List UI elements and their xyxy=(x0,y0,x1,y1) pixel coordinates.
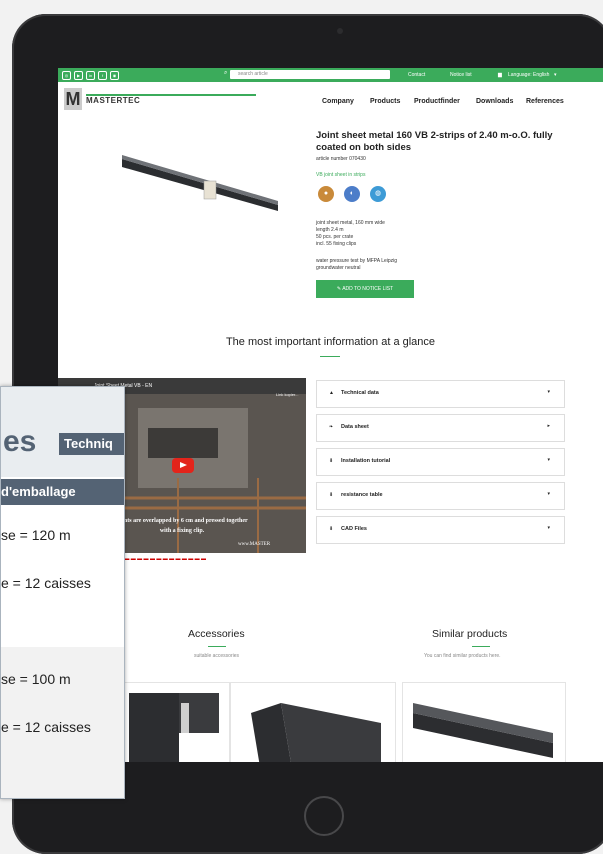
nav-company[interactable]: Company xyxy=(322,98,354,105)
accordion-installation-tutorial[interactable]: ⬇ Installation tutorial ▾ xyxy=(316,448,565,476)
language-selector[interactable]: Language: English xyxy=(508,72,549,78)
accessories-title: Accessories xyxy=(188,628,245,640)
badge-icon: ◐ xyxy=(344,186,360,202)
download-icon: ⬇ xyxy=(329,458,334,464)
logo[interactable]: M MASTERTEC xyxy=(64,88,256,112)
logo-mark: M xyxy=(64,88,82,110)
instagram-icon[interactable]: ◎ xyxy=(62,71,71,80)
chevron-down-icon: ▾ xyxy=(547,491,550,497)
similar-image-2 xyxy=(413,703,553,758)
chevron-right-icon: ▸ xyxy=(547,423,550,429)
overlay-line-2: e = 12 caisses xyxy=(1,575,91,591)
product-specs-extra: water pressure test by MFPA Leipzig grou… xyxy=(316,258,398,271)
badge-icon: ◍ xyxy=(370,186,386,202)
add-to-notice-list-button[interactable]: ✎ ADD TO NOTICE LIST xyxy=(316,280,414,298)
overlay-line-3: se = 100 m xyxy=(1,671,71,687)
search-placeholder: search article xyxy=(238,71,268,77)
contact-link[interactable]: Contact xyxy=(408,72,425,78)
chevron-down-icon: ▾ xyxy=(547,389,550,395)
logo-text: MASTERTEC xyxy=(86,96,141,105)
overlay-card: es Techniq d'emballage se = 120 m e = 12… xyxy=(0,386,125,799)
product-title: Joint sheet metal 160 VB 2-strips of 2.4… xyxy=(316,130,553,153)
product-image xyxy=(122,155,278,211)
overlay-line-1: se = 120 m xyxy=(1,527,71,543)
notice-list-link[interactable]: Notice list xyxy=(450,72,472,78)
social-icons: ◎ ▶ in f ◉ xyxy=(62,71,119,80)
flag-icon: ▆ xyxy=(498,72,502,78)
accordion-resistance-table[interactable]: ⬇ resistance table ▾ xyxy=(316,482,565,510)
similar-card-2[interactable] xyxy=(402,682,566,762)
accordion-data-sheet[interactable]: ❧ Data sheet ▸ xyxy=(316,414,565,442)
product-specs: joint sheet metal, 160 mm wide length 2.… xyxy=(316,220,385,247)
copy-link-button[interactable]: Link kopier... xyxy=(276,392,298,397)
section-title: The most important information at a glan… xyxy=(225,336,436,348)
similar-subtitle: You can find similar products here. xyxy=(424,653,501,659)
browser-screen: ◎ ▶ in f ◉ ⌕ search article Contact Noti… xyxy=(58,68,603,762)
similar-products-title: Similar products xyxy=(432,628,508,640)
section-divider xyxy=(320,356,340,357)
play-button[interactable] xyxy=(172,458,194,473)
feature-badges: ● ◐ ◍ xyxy=(318,186,386,202)
overlay-tab-fragment: Techniq xyxy=(59,433,124,455)
home-button[interactable] xyxy=(304,796,344,836)
overlay-section-bar: d'emballage xyxy=(1,479,124,505)
search-icon[interactable]: ⌕ xyxy=(224,70,227,77)
badge-icon: ● xyxy=(318,186,334,202)
chevron-down-icon: ▾ xyxy=(547,457,550,463)
category-link[interactable]: VB joint sheet in strips xyxy=(316,172,365,178)
accessory-card[interactable] xyxy=(118,682,230,762)
nav-references[interactable]: References xyxy=(526,98,564,105)
download-icon: ⬇ xyxy=(329,526,334,532)
main-navbar: M MASTERTEC Company Products Productfind… xyxy=(58,82,603,120)
video-watermark: www.MASTER xyxy=(238,542,271,547)
nav-downloads[interactable]: Downloads xyxy=(476,98,513,105)
accessories-subtitle: suitable accessories xyxy=(194,653,240,659)
topbar: ◎ ▶ in f ◉ ⌕ search article Contact Noti… xyxy=(58,68,603,82)
language-flags[interactable]: ▬ ▬ ▬ ▬ ▬ ▬ ▬ ▬ ▬ ▬ ▬ ▬ ▬ ▬ xyxy=(118,556,206,562)
article-number: article number 070430 xyxy=(316,156,366,162)
similar-divider xyxy=(472,646,490,647)
linkedin-icon[interactable]: in xyxy=(86,71,95,80)
chevron-down-icon: ▾ xyxy=(554,72,557,78)
nav-products[interactable]: Products xyxy=(370,98,400,105)
accordion-technical-data[interactable]: ▲ Technical data ▾ xyxy=(316,380,565,408)
info-icon: ▲ xyxy=(329,390,334,396)
accessory-image xyxy=(129,693,219,762)
youtube-icon[interactable]: ▶ xyxy=(74,71,83,80)
similar-card-1[interactable] xyxy=(230,682,396,762)
overlay-heading-fragment: es xyxy=(3,425,37,458)
accessories-divider xyxy=(208,646,226,647)
similar-image-1 xyxy=(251,703,381,762)
overlay-line-4: e = 12 caisses xyxy=(1,719,91,735)
accordion-cad-files[interactable]: ⬇ CAD Files ▾ xyxy=(316,516,565,544)
download-icon: ⬇ xyxy=(329,492,334,498)
camera-icon xyxy=(337,28,343,34)
chevron-down-icon: ▾ xyxy=(547,525,550,531)
camera-icon[interactable]: ◉ xyxy=(110,71,119,80)
facebook-icon[interactable]: f xyxy=(98,71,107,80)
nav-productfinder[interactable]: Productfinder xyxy=(414,98,460,105)
leaf-icon: ❧ xyxy=(329,424,334,430)
